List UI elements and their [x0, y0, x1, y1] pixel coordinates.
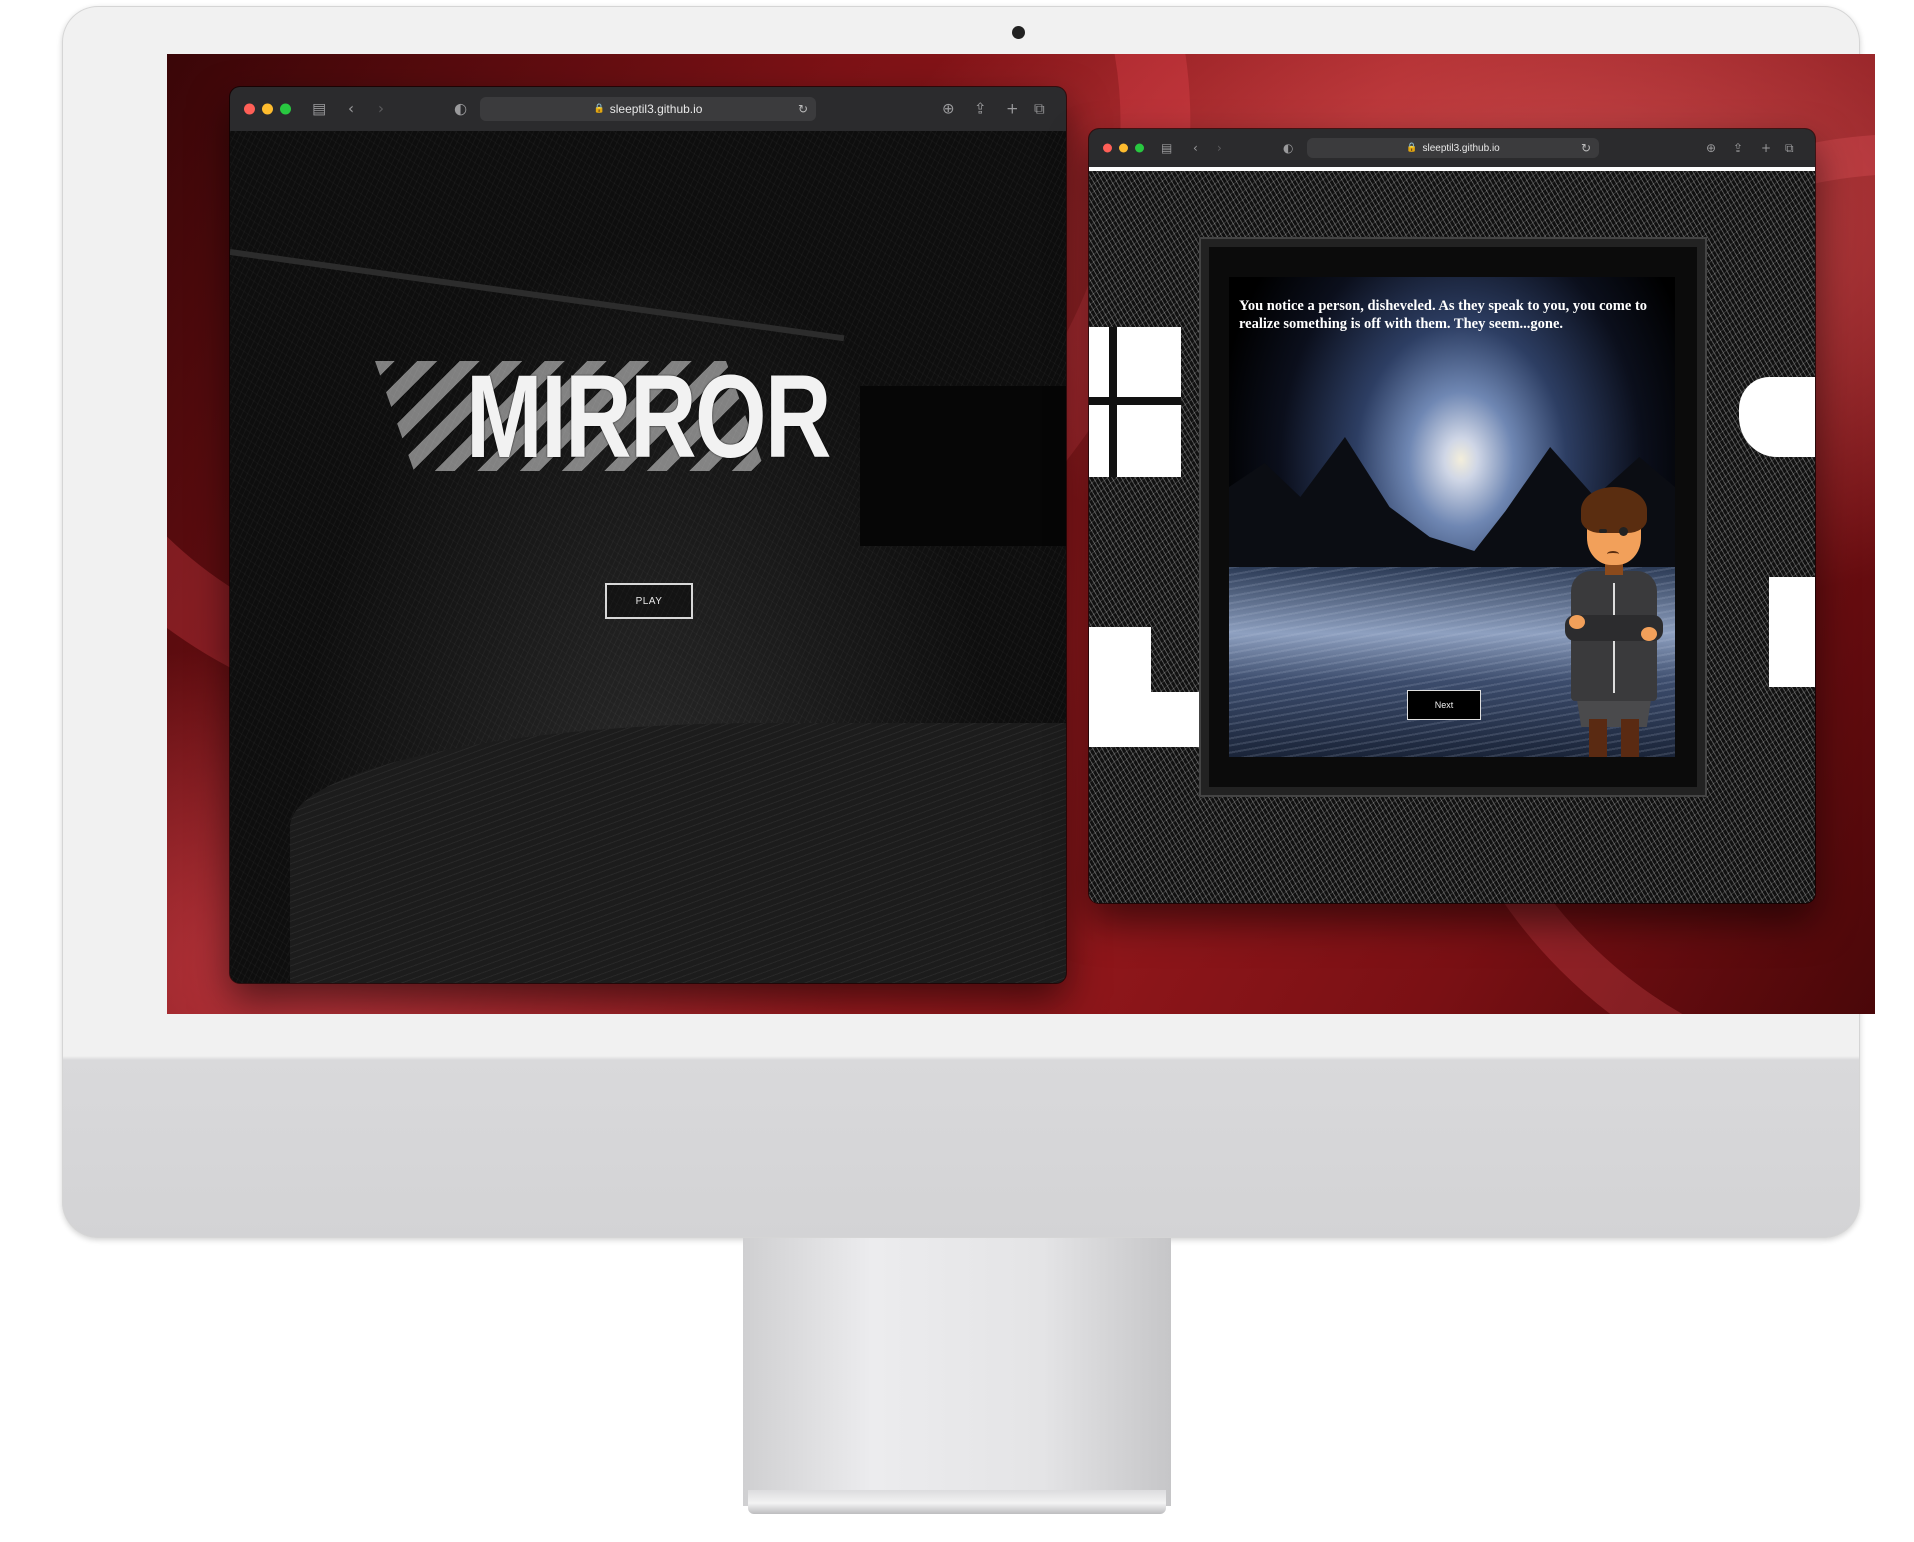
reload-icon[interactable]: ↻	[798, 102, 808, 116]
tabs-overview-icon[interactable]: ⧉	[1785, 142, 1794, 154]
download-icon[interactable]: ⊕	[1706, 142, 1716, 154]
url-text: sleeptil3.github.io	[609, 102, 703, 116]
tabs-overview-icon[interactable]: ⧉	[1034, 101, 1045, 117]
share-icon[interactable]: ⇪	[974, 101, 987, 117]
minimize-window-button[interactable]	[262, 103, 273, 115]
fullscreen-window-button[interactable]	[280, 103, 291, 115]
traffic-lights	[1103, 143, 1144, 153]
browser-window-left[interactable]: ▤ ‹ › ◐ 🔒 sleeptil3.github.io ↻ ⊕ ⇪ + ⧉	[230, 87, 1066, 983]
imac-stand-foot	[748, 1490, 1166, 1514]
reload-icon[interactable]: ↻	[1581, 141, 1591, 155]
game-scene: You notice a person, disheveled. As they…	[1089, 167, 1815, 903]
dialog-text: You notice a person, disheveled. As they…	[1239, 298, 1648, 332]
new-tab-icon[interactable]: +	[1006, 101, 1019, 117]
close-window-button[interactable]	[244, 103, 255, 115]
browser-toolbar: ▤ ‹ › ◐ 🔒 sleeptil3.github.io ↻ ⊕ ⇪ + ⧉	[1089, 129, 1815, 168]
sidebar-icon[interactable]: ▤	[1161, 142, 1172, 154]
camera-icon	[1012, 26, 1025, 39]
close-window-button[interactable]	[1103, 143, 1112, 153]
next-button[interactable]: Next	[1407, 690, 1481, 720]
address-bar[interactable]: 🔒 sleeptil3.github.io ↻	[480, 97, 816, 121]
background-counter	[1089, 692, 1224, 747]
shield-icon[interactable]: ◐	[454, 101, 467, 117]
minimize-window-button[interactable]	[1119, 143, 1128, 153]
back-icon[interactable]: ‹	[348, 101, 354, 117]
desktop-screen: ▤ ‹ › ◐ 🔒 sleeptil3.github.io ↻ ⊕ ⇪ + ⧉	[167, 54, 1875, 1014]
background-object	[1769, 577, 1815, 687]
imac-stand	[743, 1238, 1171, 1506]
browser-toolbar: ▤ ‹ › ◐ 🔒 sleeptil3.github.io ↻ ⊕ ⇪ + ⧉	[230, 87, 1066, 132]
forward-icon[interactable]: ›	[378, 101, 384, 117]
top-edge	[1089, 167, 1815, 171]
background-bed	[290, 723, 1066, 983]
back-icon[interactable]: ‹	[1193, 142, 1198, 154]
forward-icon[interactable]: ›	[1217, 142, 1222, 154]
shield-icon[interactable]: ◐	[1283, 142, 1293, 154]
lock-icon: 🔒	[1406, 143, 1418, 153]
background-window	[1089, 327, 1181, 477]
play-button[interactable]: PLAY	[605, 583, 693, 619]
address-bar[interactable]: 🔒 sleeptil3.github.io ↻	[1307, 138, 1599, 158]
new-tab-icon[interactable]: +	[1761, 142, 1771, 154]
mirror-scene: You notice a person, disheveled. As they…	[1229, 277, 1675, 757]
mirror-frame: You notice a person, disheveled. As they…	[1209, 247, 1697, 787]
game-title-screen: MIRROR PLAY	[230, 131, 1066, 983]
background-object	[1739, 377, 1815, 457]
lock-icon: 🔒	[593, 104, 605, 114]
url-text: sleeptil3.github.io	[1422, 142, 1500, 154]
traffic-lights	[244, 103, 291, 115]
share-icon[interactable]: ⇪	[1733, 142, 1743, 154]
fullscreen-window-button[interactable]	[1135, 143, 1144, 153]
character-sprite	[1559, 487, 1669, 757]
browser-window-right[interactable]: ▤ ‹ › ◐ 🔒 sleeptil3.github.io ↻ ⊕ ⇪ + ⧉	[1089, 129, 1815, 903]
imac-body: ▤ ‹ › ◐ 🔒 sleeptil3.github.io ↻ ⊕ ⇪ + ⧉	[62, 6, 1875, 1238]
download-icon[interactable]: ⊕	[942, 101, 955, 117]
sidebar-icon[interactable]: ▤	[312, 101, 326, 117]
game-title: MIRROR	[466, 351, 831, 483]
